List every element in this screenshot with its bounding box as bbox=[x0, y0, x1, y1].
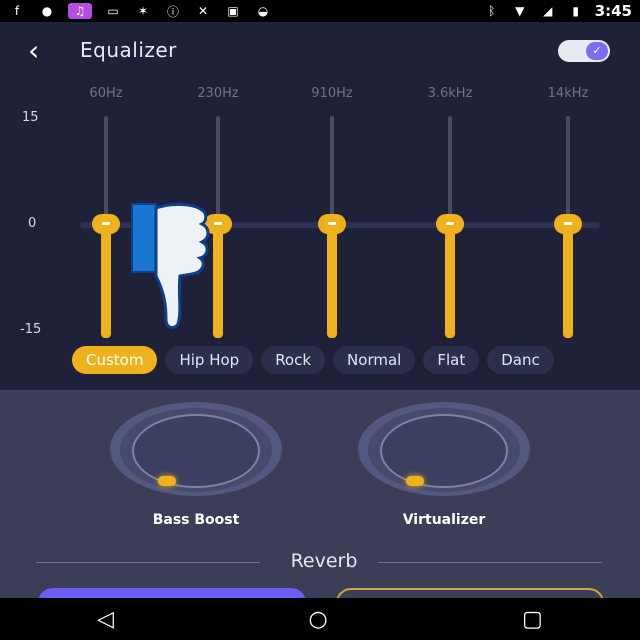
band-slider-910hz[interactable] bbox=[318, 116, 346, 338]
effects-panel: Bass Boost Virtualizer Reverb bbox=[0, 390, 640, 618]
slider-fill bbox=[445, 226, 455, 338]
preset-chip-normal[interactable]: Normal bbox=[333, 346, 416, 374]
preset-chip-dance[interactable]: Danc bbox=[487, 346, 554, 374]
back-arrow-icon[interactable]: ‹ bbox=[28, 34, 68, 67]
slider-fill bbox=[327, 226, 337, 338]
nav-home-icon[interactable]: ○ bbox=[308, 607, 327, 632]
divider bbox=[378, 562, 602, 563]
divider bbox=[36, 562, 260, 563]
slider-thumb[interactable] bbox=[92, 214, 120, 234]
freq-label: 3.6kHz bbox=[427, 86, 473, 101]
slider-fill bbox=[563, 226, 573, 338]
wifi-icon: ▼ bbox=[515, 4, 525, 18]
bass-boost-label: Bass Boost bbox=[152, 512, 240, 528]
freq-label: 60Hz bbox=[89, 86, 123, 101]
freq-label: 910Hz bbox=[311, 86, 353, 101]
slider-thumb[interactable] bbox=[554, 214, 582, 234]
android-icon: ◒ bbox=[257, 4, 269, 18]
preset-chip-flat[interactable]: Flat bbox=[423, 346, 480, 374]
alert-icon: ⓘ bbox=[166, 4, 179, 19]
nav-recents-icon[interactable]: ▢ bbox=[522, 607, 543, 632]
equalizer-panel: 60Hz 230Hz 910Hz 3.6kHz 14kHz 15 0 -15 C… bbox=[0, 78, 640, 390]
person-icon: ● bbox=[41, 4, 53, 18]
band-slider-14khz[interactable] bbox=[554, 116, 582, 338]
virtualizer-label: Virtualizer bbox=[402, 512, 486, 528]
knob-face bbox=[380, 414, 508, 488]
bass-boost-knob[interactable] bbox=[110, 402, 282, 502]
nav-back-icon[interactable]: ◁ bbox=[97, 607, 114, 632]
virtualizer-knob[interactable] bbox=[358, 402, 530, 502]
equalizer-toggle[interactable]: ✓ bbox=[558, 40, 610, 62]
status-bar: f ● ♫ ▭ ✶ ⓘ ✕ ▣ ◒ ᛒ ▼ ◢ ▮ 3:45 bbox=[0, 0, 640, 22]
slider-thumb[interactable] bbox=[318, 214, 346, 234]
check-icon: ✓ bbox=[586, 42, 608, 60]
knob-face bbox=[132, 414, 260, 488]
knob-indicator bbox=[158, 476, 176, 486]
app-header: ‹ Equalizer ✓ bbox=[0, 22, 640, 78]
freq-label: 230Hz bbox=[197, 86, 239, 101]
y-label-mid: 0 bbox=[28, 216, 37, 231]
bluetooth-icon: ᛒ bbox=[488, 4, 496, 18]
y-label-bottom: -15 bbox=[20, 322, 42, 337]
facebook-icon: f bbox=[14, 4, 20, 18]
thumbs-down-icon bbox=[131, 202, 210, 329]
slider-fill bbox=[213, 226, 223, 338]
equalizer-screen: f ● ♫ ▭ ✶ ⓘ ✕ ▣ ◒ ᛒ ▼ ◢ ▮ 3:45 ‹ Equaliz… bbox=[0, 0, 640, 640]
fan-icon: ✕ bbox=[197, 4, 209, 18]
preset-chip-hip-hop[interactable]: Hip Hop bbox=[165, 346, 254, 374]
preset-chip-custom[interactable]: Custom bbox=[72, 346, 158, 374]
lock-icon: ▣ bbox=[227, 4, 239, 18]
signal-icon: ◢ bbox=[543, 4, 553, 18]
y-label-top: 15 bbox=[22, 110, 39, 125]
band-slider-3-6khz[interactable] bbox=[436, 116, 464, 338]
preset-list: Custom Hip Hop Rock Normal Flat Danc bbox=[72, 346, 554, 374]
reverb-label: Reverb bbox=[290, 550, 358, 572]
slider-fill bbox=[101, 226, 111, 338]
slider-thumb[interactable] bbox=[436, 214, 464, 234]
system-nav-bar: ◁ ○ ▢ bbox=[0, 598, 640, 640]
weather-icon: ✶ bbox=[137, 4, 149, 18]
page-title: Equalizer bbox=[80, 38, 177, 62]
knob-indicator bbox=[406, 476, 424, 486]
clock: 3:45 bbox=[594, 2, 632, 20]
preset-chip-rock[interactable]: Rock bbox=[261, 346, 326, 374]
reverb-header: Reverb bbox=[36, 550, 606, 574]
freq-label: 14kHz bbox=[547, 86, 589, 101]
battery-icon: ▮ bbox=[572, 4, 579, 18]
music-icon: ♫ bbox=[68, 3, 92, 19]
band-slider-60hz[interactable] bbox=[92, 116, 120, 338]
message-icon: ▭ bbox=[107, 4, 119, 18]
